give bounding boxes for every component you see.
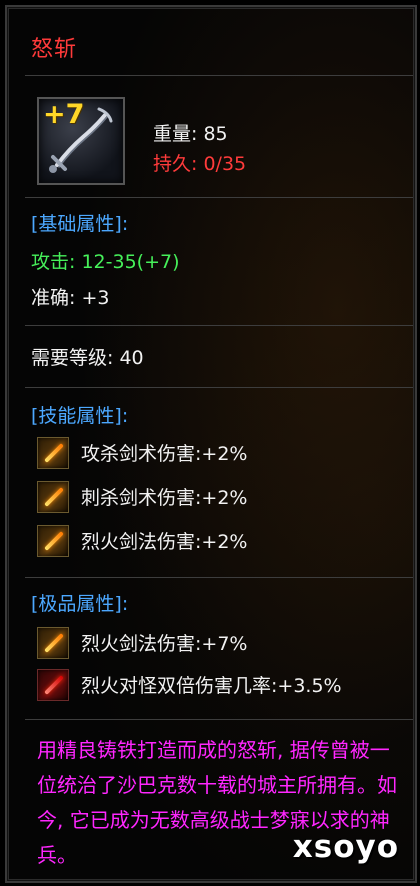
required-level-value: 40 xyxy=(119,347,144,369)
divider xyxy=(25,719,413,720)
item-tooltip-panel: 怒斩 +7 重量: 85 持久: 0/35 [基础属性]: 攻击: 12-35(… xyxy=(5,5,417,883)
weight-label: 重量: xyxy=(153,123,198,145)
weight-value: 85 xyxy=(203,123,228,145)
sword-skill-icon xyxy=(37,481,69,513)
attack-label: 攻击: xyxy=(31,251,76,273)
divider xyxy=(25,197,413,198)
basic-attributes-header: [基础属性]: xyxy=(31,213,129,235)
fire-sword-red-skill-icon xyxy=(37,669,69,701)
watermark-logo: xsoyo xyxy=(292,829,399,865)
attack-stat: 攻击: 12-35(+7) xyxy=(31,247,180,274)
durability-stat: 持久: 0/35 xyxy=(153,149,246,176)
sword-skill-icon xyxy=(37,437,69,469)
divider xyxy=(25,577,413,578)
extreme-attributes-header: [极品属性]: xyxy=(31,593,129,615)
extreme-bonus-line: 烈火对怪双倍伤害几率:+3.5% xyxy=(81,675,342,697)
weapon-sword-icon: +7 xyxy=(37,97,125,185)
required-level-label: 需要等级: xyxy=(31,347,114,369)
accuracy-value: +3 xyxy=(81,287,110,309)
enhance-level-badge: +7 xyxy=(43,99,85,130)
durability-label: 持久: xyxy=(153,153,198,175)
fire-sword-skill-icon xyxy=(37,627,69,659)
item-name: 怒斩 xyxy=(31,37,78,62)
skill-bonus-line: 烈火剑法伤害:+2% xyxy=(81,531,248,553)
extreme-bonus-line: 烈火剑法伤害:+7% xyxy=(81,633,248,655)
fire-sword-skill-icon xyxy=(37,525,69,557)
divider xyxy=(25,75,413,76)
accuracy-stat: 准确: +3 xyxy=(31,283,109,310)
skill-bonus-line: 攻杀剑术伤害:+2% xyxy=(81,443,248,465)
durability-value: 0/35 xyxy=(203,153,247,175)
skill-attributes-header: [技能属性]: xyxy=(31,405,129,427)
required-level-stat: 需要等级: 40 xyxy=(31,343,144,370)
attack-value: 12-35(+7) xyxy=(81,251,180,273)
divider xyxy=(25,325,413,326)
skill-bonus-line: 刺杀剑术伤害:+2% xyxy=(81,487,248,509)
accuracy-label: 准确: xyxy=(31,287,76,309)
weight-stat: 重量: 85 xyxy=(153,119,228,146)
divider xyxy=(25,387,413,388)
